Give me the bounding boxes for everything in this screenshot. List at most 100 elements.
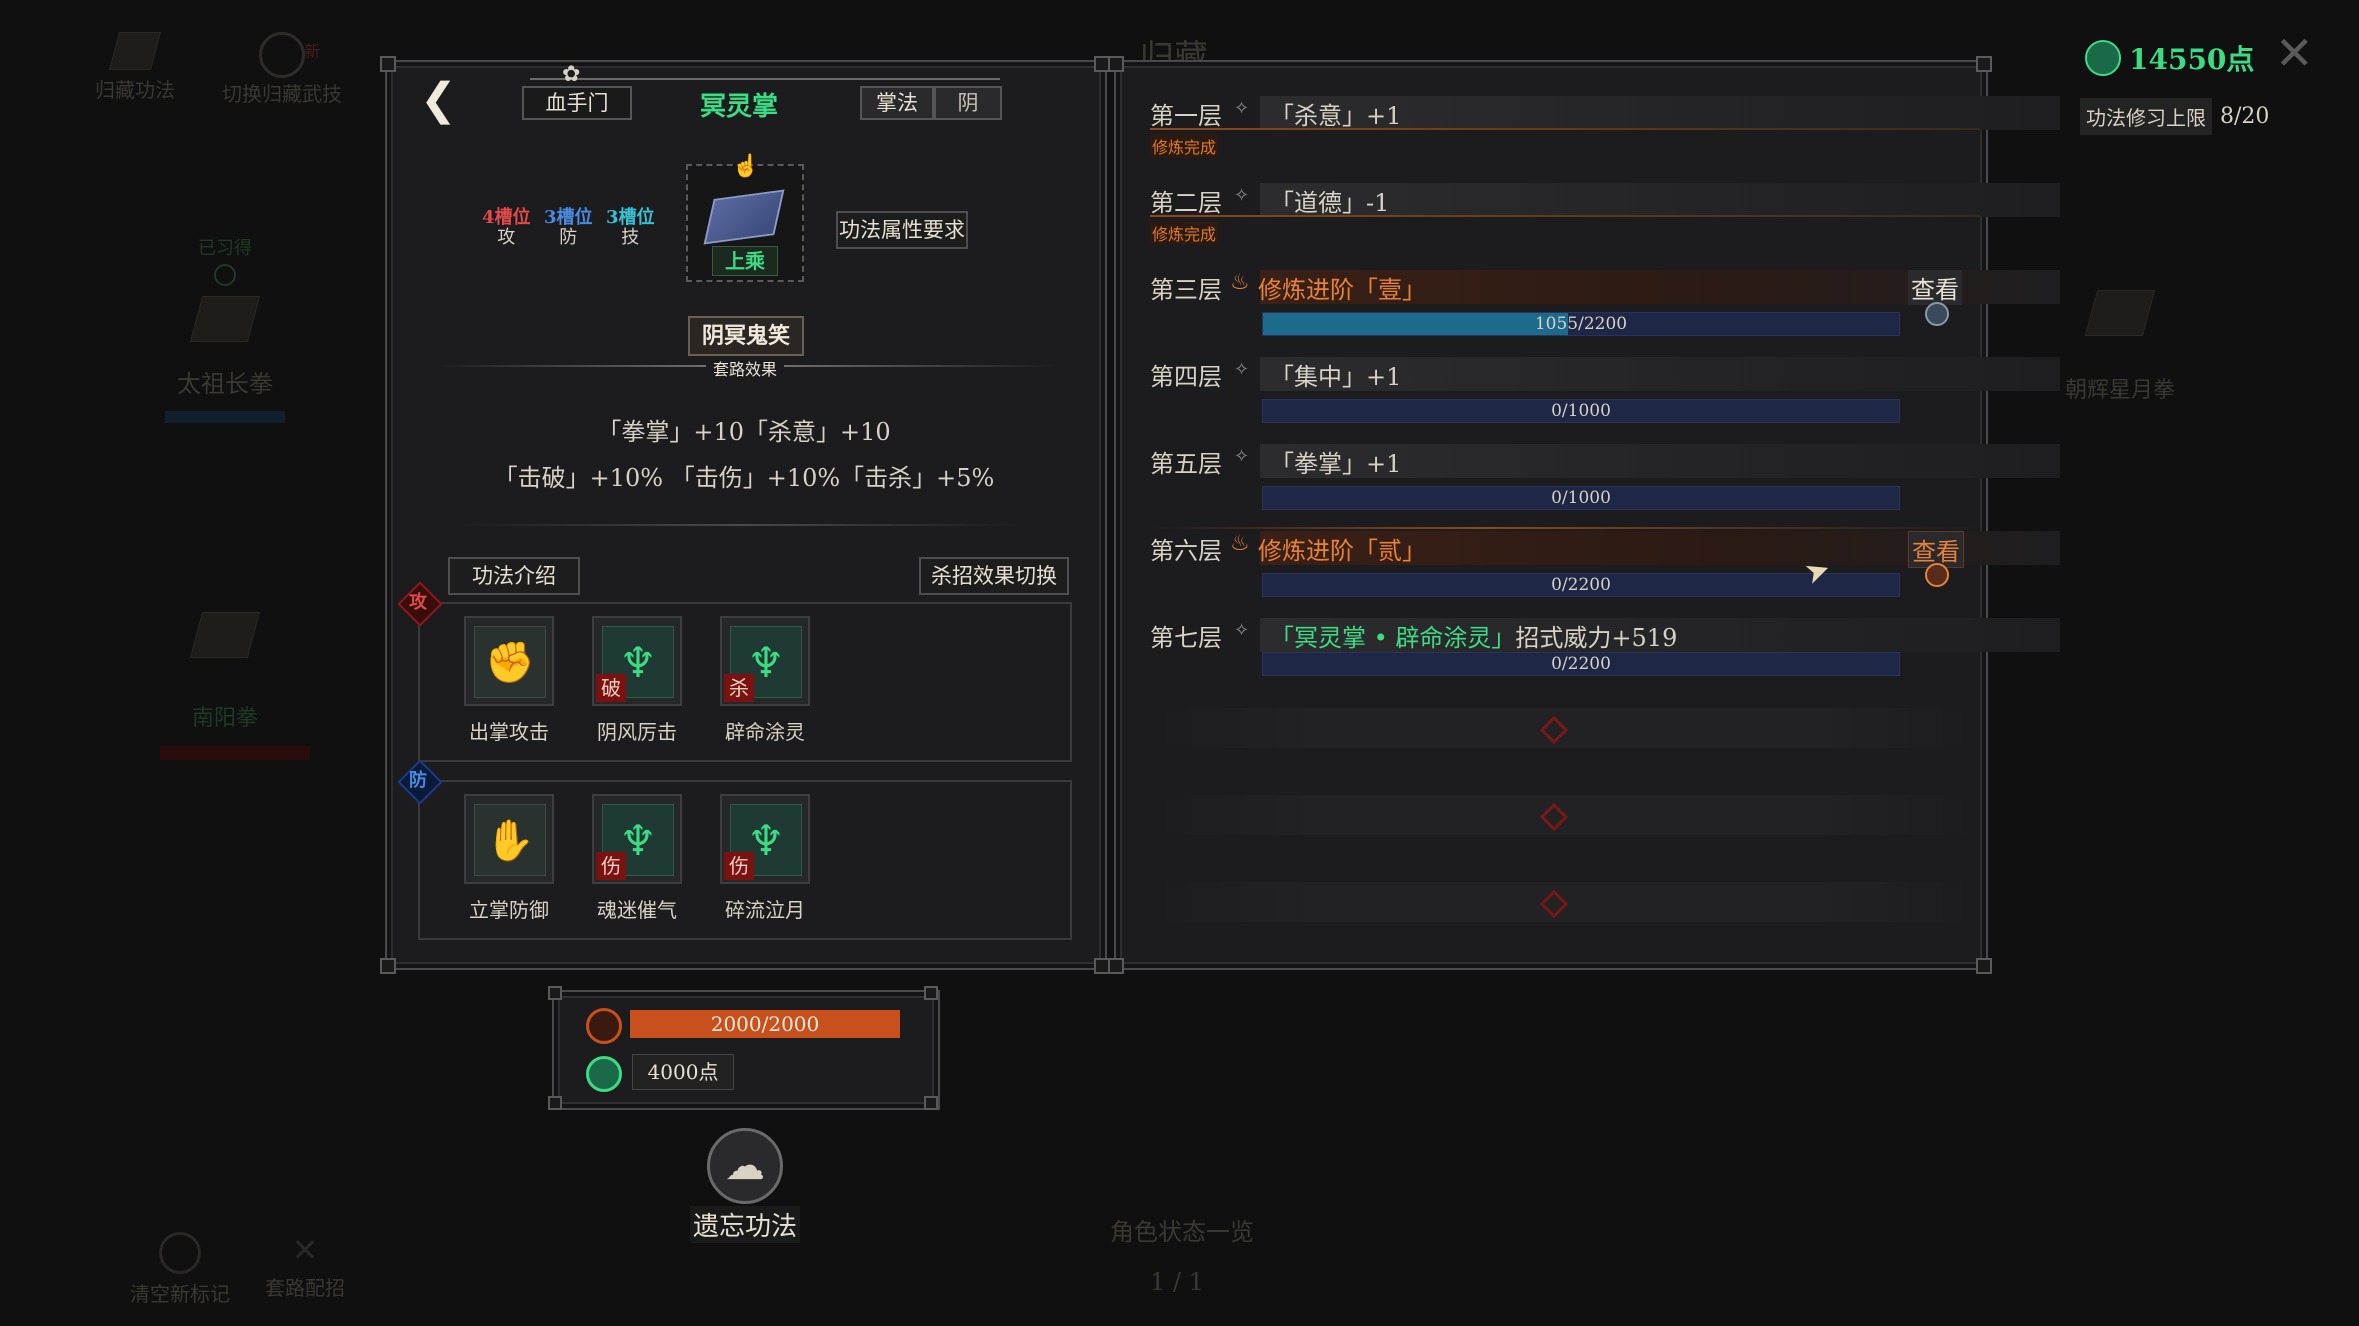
grade-label: 上乘 <box>712 246 778 276</box>
eye-icon[interactable] <box>1925 302 1949 326</box>
bg-clear-marks[interactable]: 清空新标记 <box>130 1232 230 1307</box>
bg-menu-label: 归藏功法 <box>95 78 175 102</box>
book-icon <box>703 189 785 245</box>
lotus-icon: ✿ <box>562 62 581 87</box>
wound-mark: 伤 <box>724 852 754 880</box>
bg-menu-guicang[interactable]: 归藏功法 <box>95 32 175 103</box>
layer-topline <box>1150 527 1980 529</box>
bg-page-indicator: 1 / 1 <box>1150 1268 1204 1296</box>
star-icon: ✧ <box>1234 359 1250 380</box>
bg-item-bar <box>160 746 310 760</box>
panel-corner <box>924 986 938 1000</box>
panel-corner <box>1976 958 1992 974</box>
bg-status-overview[interactable]: 角色状态一览 <box>1110 1212 1254 1247</box>
layer-effect-skill: 「冥灵掌 • 辟命涂灵」 <box>1270 624 1516 652</box>
layer-row: 第六层 ♨ 修炼进阶「贰」 0/2200 <box>1150 527 2060 597</box>
combo-name: 阴冥鬼笑 <box>688 316 804 356</box>
practice-limit: 功法修习上限 8/20 <box>2080 98 2269 135</box>
defense-label: 防 <box>409 770 427 791</box>
bg-menu-switch[interactable]: 切换归藏武技 新 <box>222 32 342 107</box>
progress-text: 0/2200 <box>1551 575 1611 595</box>
practice-limit-value: 8/20 <box>2220 104 2270 129</box>
skill-hunmi[interactable]: ♆ 伤 魂迷催气 <box>592 794 682 923</box>
combo-effect-line1: 「拳掌」+10「杀意」+10 <box>597 418 891 446</box>
bg-item-nanyang[interactable]: 南阳拳 <box>160 612 310 774</box>
eye-icon[interactable] <box>1925 563 1949 587</box>
hand-cursor-icon: ☝ <box>732 154 760 179</box>
kill-mark: 杀 <box>724 674 754 702</box>
header-line <box>530 78 1000 80</box>
hp-text: 2000/2000 <box>710 1012 820 1036</box>
progress-text: 1055/2200 <box>1534 314 1628 334</box>
layer-name: 第二层 <box>1150 189 1222 217</box>
skill-suiliu[interactable]: ♆ 伤 碎流泣月 <box>720 794 810 923</box>
layer-effect: 修炼进阶「贰」 <box>1258 537 1426 565</box>
new-badge: 新 <box>304 42 321 61</box>
crossed-swords-icon: ✕ <box>291 1231 319 1269</box>
bg-item-zhaohui[interactable]: 朝辉星月拳 <box>2050 290 2190 404</box>
layer-row: 第五层 ✧ 「拳掌」+1 0/1000 <box>1150 444 2060 510</box>
back-button[interactable]: ❮ <box>420 78 457 122</box>
skill-lizhang[interactable]: ✋ 立掌防御 <box>464 794 554 923</box>
bg-learned-item[interactable]: 已习得 太祖长拳 <box>160 234 290 435</box>
sect-tag: 血手门 <box>522 86 632 120</box>
layer-name: 第四层 <box>1150 363 1222 391</box>
view-button[interactable]: 查看 <box>1908 270 1962 305</box>
book-frame[interactable]: ☝ 上乘 <box>686 154 804 282</box>
points-display: 14550点 <box>2085 38 2254 78</box>
layer-row: 第四层 ✧ 「集中」+1 0/1000 <box>1150 357 2060 423</box>
star-icon: ✧ <box>1234 446 1250 467</box>
forget-skill-button[interactable]: ☁ 遗忘功法 <box>690 1128 800 1243</box>
layer-effect: 「冥灵掌 • 辟命涂灵」招式威力+519 <box>1270 618 1677 653</box>
close-icon[interactable]: ✕ <box>2275 30 2314 76</box>
progress-text: 0/2200 <box>1551 654 1611 674</box>
skill-title: 冥灵掌 <box>700 92 779 122</box>
layer-effect: 「杀意」+1 <box>1270 102 1402 130</box>
layer-row: 第二层 ✧ 「道德」-1 修炼完成 <box>1150 183 2060 247</box>
combo-subtitle: 套路效果 <box>706 356 784 380</box>
bg-combo-setup[interactable]: ✕ 套路配招 <box>265 1232 345 1301</box>
cost-value: 4000点 <box>632 1054 734 1090</box>
manual-icon <box>189 612 261 658</box>
check-icon <box>214 264 236 286</box>
bg-bottom-label: 套路配招 <box>265 1276 345 1300</box>
layer-underline <box>1150 128 1980 130</box>
skill-intro-button[interactable]: 功法介绍 <box>448 557 580 595</box>
layer-effect: 「集中」+1 <box>1270 363 1402 391</box>
layer-effect: 「道德」-1 <box>1270 189 1390 217</box>
break-mark: 破 <box>596 674 626 702</box>
practice-limit-label: 功法修习上限 <box>2080 98 2212 135</box>
finisher-switch-button[interactable]: 杀招效果切换 <box>919 557 1069 595</box>
book-icon <box>108 32 162 70</box>
slot-count: 4槽位 <box>482 207 531 228</box>
panel-corner <box>380 56 396 72</box>
panel-corner <box>1108 56 1124 72</box>
panel-corner <box>1976 56 1992 72</box>
layer-status: 修炼完成 <box>1150 134 1219 158</box>
layer-effect: 修炼进阶「壹」 <box>1258 276 1426 304</box>
bg-item-name: 太祖长拳 <box>177 370 273 398</box>
skill-piming[interactable]: ♆ 杀 辟命涂灵 <box>720 616 810 745</box>
layer-name: 第七层 <box>1150 624 1222 652</box>
fist-icon: ✊ <box>485 639 535 686</box>
skill-yinfeng[interactable]: ♆ 破 阴风厉击 <box>592 616 682 745</box>
skill-name: 魂迷催气 <box>597 898 677 922</box>
forget-label: 遗忘功法 <box>690 1206 800 1243</box>
stats-box <box>552 990 940 1110</box>
skill-chuzhang[interactable]: ✊ 出掌攻击 <box>464 616 554 745</box>
jade-icon <box>586 1056 622 1092</box>
panel-corner <box>1108 958 1124 974</box>
hp-bar: 2000/2000 <box>630 1010 900 1038</box>
skill-name: 出掌攻击 <box>469 720 549 744</box>
wound-mark: 伤 <box>596 852 626 880</box>
layer-progress-bar: 1055/2200 <box>1262 312 1900 336</box>
panel-corner <box>924 1096 938 1110</box>
attribute-requirement-button[interactable]: 功法属性要求 <box>836 211 968 249</box>
skill-name: 碎流泣月 <box>725 898 805 922</box>
layer-effect: 「拳掌」+1 <box>1270 450 1402 478</box>
layer-name: 第五层 <box>1150 450 1222 478</box>
layer-name: 第一层 <box>1150 102 1222 130</box>
layer-progress-bar: 0/1000 <box>1262 399 1900 423</box>
layer-row: 第一层 ✧ 「杀意」+1 修炼完成 <box>1150 96 2060 160</box>
bg-item-name: 南阳拳 <box>191 706 258 731</box>
